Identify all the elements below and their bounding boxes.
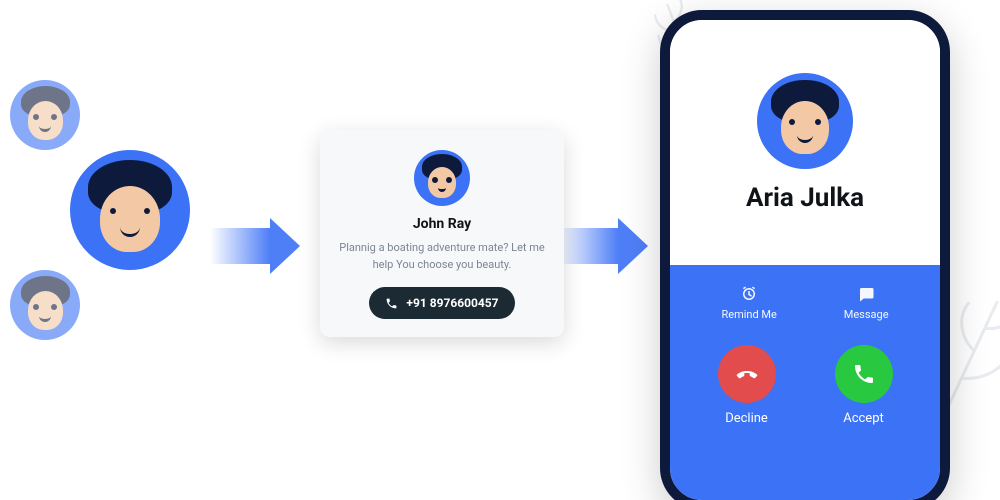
phone-mockup: Aria Julka Remind Me Message Decline: [660, 10, 950, 500]
avatar-user-3: [10, 270, 80, 340]
contact-description: Plannig a boating adventure mate? Let me…: [336, 240, 548, 273]
phone-number-button[interactable]: +91 8976600457: [369, 287, 514, 319]
flow-arrow-1: [210, 218, 300, 274]
contact-card: John Ray Plannig a boating adventure mat…: [320, 130, 564, 337]
message-button[interactable]: Message: [844, 285, 889, 321]
accept-label: Accept: [843, 411, 884, 426]
avatar-user-2: [70, 150, 190, 270]
caller-avatar: [757, 73, 853, 169]
hangup-icon: [735, 362, 759, 386]
decline-label: Decline: [725, 411, 768, 426]
contact-avatar: [414, 150, 470, 206]
remind-me-button[interactable]: Remind Me: [721, 285, 776, 321]
message-label: Message: [844, 308, 889, 321]
call-buttons-row: Decline Accept: [688, 345, 922, 426]
diagram-stage: John Ray Plannig a boating adventure mat…: [0, 0, 1000, 500]
contact-name: John Ray: [336, 216, 548, 232]
accept-button[interactable]: Accept: [835, 345, 893, 426]
alarm-icon: [740, 285, 758, 303]
decline-button[interactable]: Decline: [718, 345, 776, 426]
aux-actions-row: Remind Me Message: [688, 285, 922, 321]
phone-icon: [385, 297, 398, 310]
avatar-user-1: [10, 80, 80, 150]
phone-number-label: +91 8976600457: [406, 296, 498, 310]
caller-name: Aria Julka: [746, 183, 864, 213]
flow-arrow-2: [558, 218, 648, 274]
remind-me-label: Remind Me: [721, 308, 776, 321]
call-screen-top: Aria Julka: [670, 20, 940, 265]
message-icon: [857, 285, 875, 303]
call-icon: [852, 362, 876, 386]
call-screen-bottom: Remind Me Message Decline: [670, 265, 940, 500]
user-avatar-cluster: [0, 80, 200, 340]
